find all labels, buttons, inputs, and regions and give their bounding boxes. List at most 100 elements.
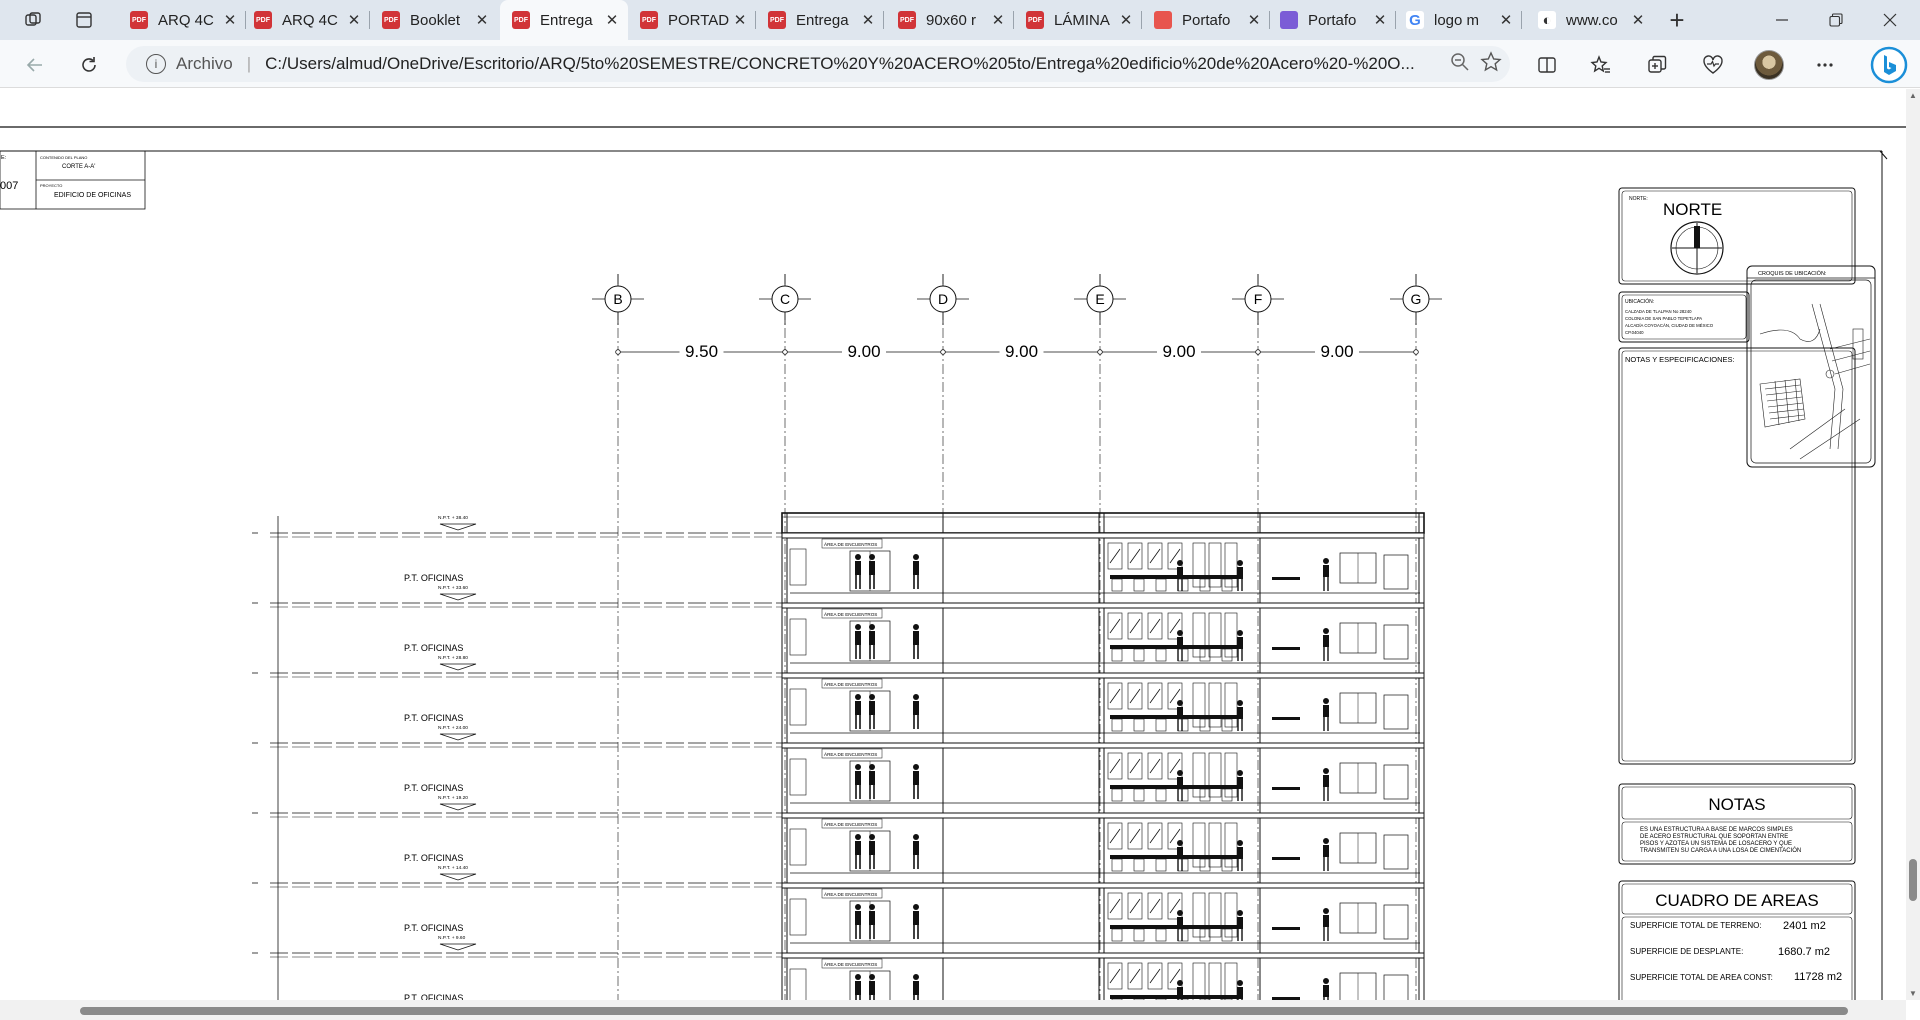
- copilot-icon[interactable]: [1868, 44, 1910, 86]
- browser-tab[interactable]: ◐ www.co ✕: [1526, 0, 1654, 40]
- chair: [1133, 788, 1145, 802]
- tab-close-icon[interactable]: ✕: [344, 11, 364, 29]
- door-frame: [1224, 892, 1238, 938]
- scroll-down-icon[interactable]: ▼: [1909, 989, 1917, 998]
- axis-label: F: [1254, 291, 1263, 307]
- chair: [1155, 718, 1167, 732]
- tab-label: logo m: [1434, 11, 1480, 29]
- url-text[interactable]: C:/Users/almud/OneDrive/Escritorio/ARQ/5…: [265, 54, 1415, 74]
- browser-tab[interactable]: PDF Entrega ✕: [756, 0, 884, 40]
- tab-close-icon[interactable]: ✕: [1370, 11, 1390, 29]
- address-bar[interactable]: i Archivo | C:/Users/almud/OneDrive/Escr…: [126, 46, 1510, 82]
- browser-essentials-icon[interactable]: [1696, 48, 1730, 82]
- chair: [1221, 788, 1233, 802]
- profile-avatar[interactable]: [1752, 48, 1786, 82]
- info-icon[interactable]: i: [146, 54, 166, 74]
- browser-tab[interactable]: PDF PORTAD ✕: [628, 0, 756, 40]
- person-icon: [869, 834, 875, 840]
- desk: [1110, 785, 1240, 789]
- chair: [1111, 718, 1123, 732]
- collections-icon[interactable]: [1640, 48, 1674, 82]
- browser-tab[interactable]: Portafo ✕: [1268, 0, 1396, 40]
- room-label: ÁREA DE ENCUENTROS: [824, 611, 877, 617]
- person-icon: [1177, 700, 1183, 706]
- browser-tab[interactable]: PDF Entrega ✕: [500, 0, 628, 40]
- title-block-edge-text-2: 007: [0, 180, 18, 192]
- tab-close-icon[interactable]: ✕: [988, 11, 1008, 29]
- more-menu-icon[interactable]: [1808, 48, 1842, 82]
- door-frame: [1208, 892, 1222, 938]
- person-icon: [1323, 635, 1329, 647]
- restore-button[interactable]: [1806, 0, 1866, 40]
- chair: [1111, 788, 1123, 802]
- browser-tab[interactable]: PDF 90x60 r ✕: [886, 0, 1014, 40]
- tab-close-icon[interactable]: ✕: [472, 11, 492, 29]
- door-frame: [1208, 612, 1222, 658]
- browser-tab[interactable]: Portafo ✕: [1142, 0, 1270, 40]
- sheet-border-corner: [1879, 150, 1888, 160]
- tab-close-icon[interactable]: ✕: [602, 11, 622, 29]
- split-screen-icon[interactable]: [1530, 48, 1564, 82]
- tab-close-icon[interactable]: ✕: [220, 11, 240, 29]
- new-tab-button[interactable]: +: [1647, 0, 1707, 40]
- person-icon: [913, 974, 919, 980]
- plus-icon: +: [1669, 4, 1685, 35]
- desk: [1272, 717, 1300, 720]
- pdf-viewer[interactable]: E: 007 CONTENIDO DEL PLANO CORTE A-A' PR…: [0, 89, 1906, 1000]
- window-glare: [1129, 968, 1141, 984]
- workspaces-icon[interactable]: [4, 0, 62, 40]
- minimize-button[interactable]: [1752, 0, 1812, 40]
- chair: [1155, 788, 1167, 802]
- tab-close-icon[interactable]: ✕: [858, 11, 878, 29]
- tab-actions-icon[interactable]: [56, 0, 112, 40]
- door-frame: [1208, 752, 1222, 798]
- window: [789, 968, 807, 1000]
- desk: [1272, 787, 1300, 790]
- tab-close-icon[interactable]: ✕: [730, 11, 750, 29]
- horizontal-scrollbar[interactable]: [0, 1000, 1906, 1020]
- scroll-up-icon[interactable]: ▲: [1909, 91, 1917, 100]
- pdf-icon: PDF: [130, 11, 148, 29]
- dimension-node: [1255, 349, 1261, 355]
- door-frame: [1208, 822, 1222, 868]
- zoom-icon[interactable]: [1450, 52, 1470, 77]
- steel-beam: [781, 532, 1425, 539]
- dimension-label: 9.00: [1162, 342, 1195, 361]
- favorites-icon[interactable]: [1584, 48, 1618, 82]
- browser-tab[interactable]: PDF ARQ 4C ✕: [242, 0, 370, 40]
- minimize-icon: [1776, 19, 1788, 21]
- person-icon: [855, 764, 861, 770]
- browser-tab[interactable]: PDF LÁMINA ✕: [1014, 0, 1142, 40]
- person-icon: [869, 904, 875, 910]
- door-frame: [1192, 542, 1206, 588]
- vertical-scrollbar[interactable]: ▲ ▼: [1906, 89, 1920, 1000]
- portfolio-icon: [1154, 11, 1172, 29]
- reload-button[interactable]: [72, 48, 106, 82]
- level-marker-icon: [439, 523, 477, 531]
- north-title: NORTE: [1663, 200, 1722, 219]
- building-section: ÁREA DE ENCUENTROS ÁREA DE ENCUENTROS ÁREA…: [781, 512, 1425, 1000]
- tab-label: Entrega: [540, 11, 593, 29]
- desk: [1110, 995, 1240, 999]
- browser-tab[interactable]: Glogo m ✕: [1394, 0, 1522, 40]
- browser-tab[interactable]: PDF Booklet ✕: [370, 0, 498, 40]
- favorite-star-icon[interactable]: [1480, 50, 1502, 78]
- window: [1383, 624, 1409, 660]
- door-frame: [1192, 612, 1206, 658]
- person-icon: [1323, 565, 1329, 577]
- vertical-scroll-thumb[interactable]: [1909, 859, 1917, 901]
- pdf-icon: PDF: [768, 11, 786, 29]
- desk: [1272, 577, 1300, 580]
- back-button[interactable]: [18, 48, 52, 82]
- tab-close-icon[interactable]: ✕: [1244, 11, 1264, 29]
- close-window-button[interactable]: [1860, 0, 1920, 40]
- window: [1383, 694, 1409, 730]
- browser-tab[interactable]: PDF ARQ 4C ✕: [118, 0, 246, 40]
- steel-beam: [781, 672, 1425, 679]
- tab-close-icon[interactable]: ✕: [1628, 11, 1648, 29]
- tab-close-icon[interactable]: ✕: [1496, 11, 1516, 29]
- tab-close-icon[interactable]: ✕: [1116, 11, 1136, 29]
- horizontal-scroll-thumb[interactable]: [80, 1007, 1848, 1015]
- window: [789, 758, 807, 796]
- room-label: ÁREA DE ENCUENTROS: [824, 681, 877, 687]
